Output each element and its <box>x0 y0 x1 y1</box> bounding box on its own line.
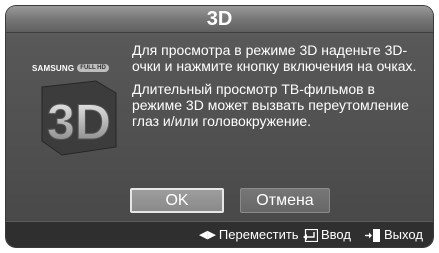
exit-icon <box>365 228 380 242</box>
message-paragraph-1: Для просмотра в режиме 3D наденьте 3D-оч… <box>132 42 417 74</box>
brand-name: SAMSUNG <box>32 63 75 73</box>
exit-label: Выход <box>384 227 423 242</box>
brand-line: SAMSUNG FULL HD <box>32 61 109 75</box>
dialog-title: 3D <box>206 8 233 30</box>
message-paragraph-2: Длительный просмотр ТВ-фильмов в режиме … <box>132 81 409 129</box>
exit-hint: Выход <box>365 227 423 243</box>
3d-dialog: 3D SAMSUNG FULL HD 3D Для просмотра в ре… <box>6 6 433 247</box>
3d-logo-icon: 3D <box>41 80 117 156</box>
samsung-3d-logo: SAMSUNG FULL HD 3D <box>32 61 128 161</box>
logo-3d-text: 3D <box>47 94 111 150</box>
button-row: OK Отмена <box>6 186 433 218</box>
left-right-arrows-icon: ◀▶ <box>199 229 216 241</box>
ok-button[interactable]: OK <box>130 188 224 213</box>
footer-hints: ◀▶ Переместить Ввод Выход <box>6 221 433 247</box>
enter-label: Ввод <box>321 227 351 242</box>
title-bar: 3D <box>6 6 433 33</box>
full-hd-badge: FULL HD <box>77 64 109 72</box>
message-area: Для просмотра в режиме 3D наденьте 3D-оч… <box>132 42 422 136</box>
cancel-button[interactable]: Отмена <box>240 188 330 213</box>
enter-hint: Ввод <box>302 227 351 243</box>
enter-icon <box>303 228 318 242</box>
move-label: Переместить <box>218 227 299 242</box>
move-hint: ◀▶ Переместить <box>199 227 299 243</box>
